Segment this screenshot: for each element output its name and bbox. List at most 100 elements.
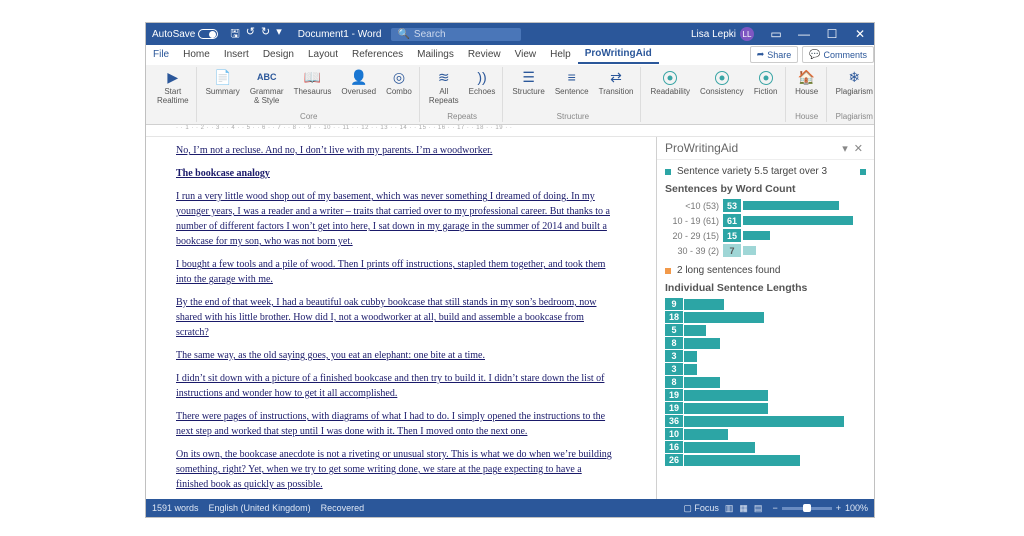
paragraph[interactable]: No, I’m not a recluse. And no, I don’t l… (176, 143, 616, 158)
length-value: 36 (665, 415, 683, 427)
word-count[interactable]: 1591 words (152, 503, 199, 513)
tab-prowritingaid[interactable]: ProWritingAid (578, 45, 659, 64)
ribbon-button-label: Consistency (700, 88, 744, 97)
minimize-icon[interactable]: — (790, 23, 818, 45)
zoom-control[interactable]: − + 100% (772, 503, 868, 513)
tab-file[interactable]: File (146, 46, 176, 63)
prowritingaid-panel: ProWritingAid ▾ ✕ Sentence variety 5.5 t… (656, 137, 874, 499)
comments-button[interactable]: 💬Comments (802, 46, 874, 63)
ribbon-button-readability[interactable]: Readability (647, 67, 693, 99)
ribbon-button-summary[interactable]: 📄Summary (203, 67, 243, 99)
document-title: Document1 - Word (288, 29, 392, 40)
save-icon[interactable]: 🖫 (230, 25, 239, 44)
avatar: LL (740, 27, 754, 41)
ribbon-group: 🏠HouseHouse (788, 67, 827, 122)
ribbon-button-label: Sentence (555, 88, 589, 97)
paragraph[interactable]: By the end of that week, I had a beautif… (176, 295, 616, 340)
tab-home[interactable]: Home (176, 46, 217, 63)
ribbon-button-thesaurus[interactable]: 📖Thesaurus (291, 67, 335, 99)
bucket-value: 15 (723, 229, 741, 242)
ribbon-button-all-repeats[interactable]: ≋AllRepeats (426, 67, 462, 108)
length-bar (684, 338, 720, 349)
zoom-in-icon[interactable]: + (836, 503, 841, 513)
tab-review[interactable]: Review (461, 46, 508, 63)
ribbon-button-combo[interactable]: ◎Combo (383, 67, 415, 99)
print-layout-icon[interactable]: ▦ (739, 503, 748, 514)
redo-icon[interactable]: ↻ (261, 25, 270, 44)
panel-dropdown-icon[interactable]: ▾ (839, 142, 851, 155)
paragraph[interactable]: The bookcase analogy (176, 166, 616, 181)
ribbon-button-structure[interactable]: ☰Structure (509, 67, 547, 99)
zoom-out-icon[interactable]: − (772, 503, 777, 513)
ribbon-button-overused[interactable]: 👤Overused (338, 67, 379, 99)
focus-mode-button[interactable]: ▢ Focus (683, 503, 719, 514)
length-value: 8 (665, 337, 683, 349)
undo-icon[interactable]: ↺ (246, 25, 255, 44)
ribbon-button-echoes[interactable]: ))Echoes (466, 67, 499, 99)
paragraph[interactable]: I bought a few tools and a pile of wood.… (176, 257, 616, 287)
tab-view[interactable]: View (508, 46, 544, 63)
ribbon-button-label: House (795, 88, 818, 97)
all-icon: ≋ (435, 69, 453, 87)
zoom-slider[interactable] (782, 507, 832, 510)
ribbon-button-consistency[interactable]: Consistency (697, 67, 747, 99)
panel-close-icon[interactable]: ✕ (851, 142, 866, 155)
length-bar (684, 377, 720, 388)
length-bar (684, 312, 764, 323)
ribbon-button-transition[interactable]: ⇄Transition (596, 67, 637, 99)
tab-design[interactable]: Design (256, 46, 301, 63)
ribbon-button-sentence[interactable]: ≡Sentence (552, 67, 592, 99)
ribbon-button-label: Summary (206, 88, 240, 97)
length-value: 5 (665, 324, 683, 336)
ribbon-button-plagiarism[interactable]: ❄Plagiarism (833, 67, 876, 99)
bucket-row: 20 - 29 (15)15 (665, 229, 866, 242)
grammar-icon: ABC (258, 69, 276, 87)
read-mode-icon[interactable]: ▥ (725, 503, 734, 514)
ribbon-button-label: Echoes (469, 88, 496, 97)
ribbon-group: ▶StartRealtime (150, 67, 197, 122)
length-row: 5 (665, 324, 866, 336)
user-name: Lisa Lepki (691, 29, 736, 40)
ribbon-group: ≋AllRepeats))EchoesRepeats (422, 67, 503, 122)
search-input[interactable]: 🔍 Search (391, 28, 521, 41)
ribbon-button-house[interactable]: 🏠House (792, 67, 822, 99)
length-bar (684, 429, 728, 440)
length-row: 19 (665, 402, 866, 414)
bucket-value: 61 (723, 214, 741, 227)
ribbon-button-grammar-style[interactable]: ABCGrammar& Style (247, 67, 287, 108)
paragraph[interactable]: On its own, the bookcase anecdote is not… (176, 447, 616, 492)
length-bar (684, 390, 768, 401)
autosave-toggle[interactable]: AutoSave (146, 29, 224, 40)
paragraph[interactable]: I didn’t sit down with a picture of a fi… (176, 371, 616, 401)
tab-layout[interactable]: Layout (301, 46, 345, 63)
search-placeholder: Search (414, 29, 446, 40)
tab-help[interactable]: Help (543, 46, 578, 63)
bucket-row: 30 - 39 (2)7 (665, 244, 866, 257)
close-icon[interactable]: ✕ (846, 23, 874, 45)
share-button[interactable]: ➦Share (750, 46, 799, 63)
variety-text: Sentence variety 5.5 target over 3 (677, 166, 827, 177)
ribbon-button-label: Fiction (754, 88, 778, 97)
paragraph[interactable]: I run a very little wood shop out of my … (176, 189, 616, 249)
dot-icon (713, 69, 731, 87)
ribbon-button-start-realtime[interactable]: ▶StartRealtime (154, 67, 192, 108)
tab-insert[interactable]: Insert (217, 46, 256, 63)
tab-references[interactable]: References (345, 46, 410, 63)
ribbon-button-label: Combo (386, 88, 412, 97)
ribbon-options-icon[interactable]: ▭ (762, 23, 790, 45)
maximize-icon[interactable]: ☐ (818, 23, 846, 45)
document-column[interactable]: No, I’m not a recluse. And no, I don’t l… (146, 137, 656, 499)
user-account[interactable]: Lisa Lepki LL (683, 27, 762, 41)
dropdown-icon[interactable]: ▾ (276, 25, 282, 44)
document-body[interactable]: No, I’m not a recluse. And no, I don’t l… (176, 143, 616, 499)
language-status[interactable]: English (United Kingdom) (209, 503, 311, 513)
paragraph[interactable]: The same way, as the old saying goes, yo… (176, 348, 616, 363)
bucket-row: <10 (53)53 (665, 199, 866, 212)
status-bar: 1591 words English (United Kingdom) Reco… (146, 499, 874, 517)
transition-icon: ⇄ (607, 69, 625, 87)
paragraph[interactable]: There were pages of instructions, with d… (176, 409, 616, 439)
web-layout-icon[interactable]: ▤ (754, 503, 763, 514)
ribbon-button-fiction[interactable]: Fiction (751, 67, 781, 99)
tab-mailings[interactable]: Mailings (410, 46, 461, 63)
buckets-heading: Sentences by Word Count (665, 183, 866, 195)
